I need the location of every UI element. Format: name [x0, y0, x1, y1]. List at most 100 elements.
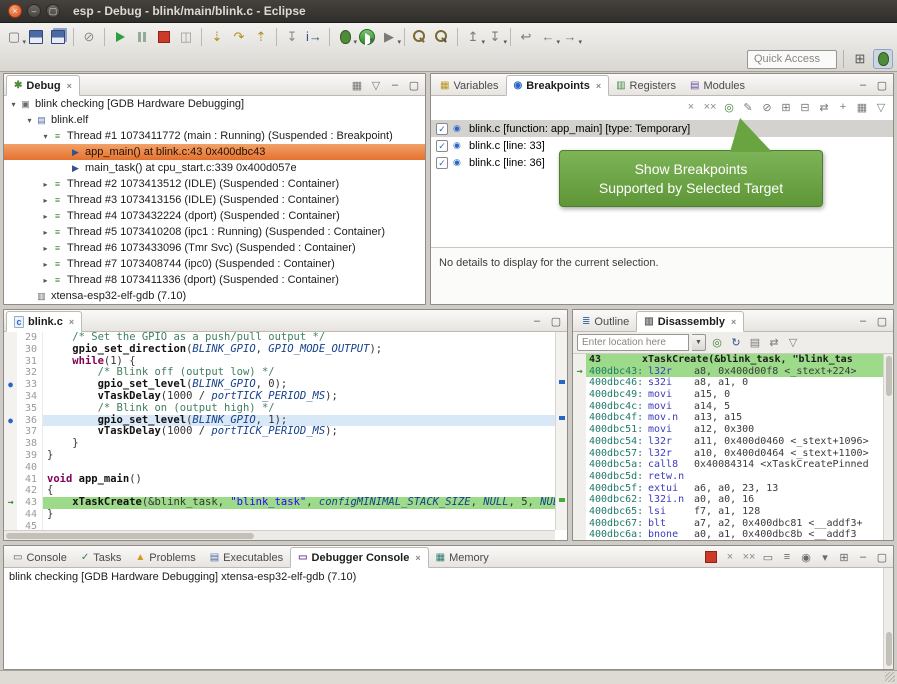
gutter-marker[interactable]	[4, 497, 17, 509]
view-layout[interactable]: ▦	[349, 77, 365, 93]
view-menu[interactable]: ▽	[368, 77, 384, 93]
disassembly-gutter[interactable]	[573, 506, 586, 518]
drop-to-frame[interactable]: ↧	[282, 27, 302, 47]
debug-tree-row[interactable]: ▸ ≡ Thread #2 1073413512 (IDLE) (Suspend…	[4, 176, 425, 192]
tree-twisty-icon[interactable]: ▸	[40, 212, 51, 221]
disassembly-row[interactable]: 400dbc67: blt a7, a2, 0x400dbc81 <__addf…	[573, 518, 883, 530]
disassembly-row[interactable]: 43 xTaskCreate(&blink_task, "blink_tas	[573, 354, 883, 366]
maximize[interactable]: ▢	[548, 313, 564, 329]
terminate[interactable]	[703, 549, 719, 565]
disassembly-row[interactable]: 400dbc46: s32i a8, a1, 0	[573, 377, 883, 389]
disassembly-row[interactable]: 400dbc65: lsi f7, a1, 128	[573, 506, 883, 518]
debug-tree-row[interactable]: ▸ ≡ Thread #7 1073408744 (ipc0) (Suspend…	[4, 256, 425, 272]
disassembly-gutter[interactable]	[573, 354, 586, 366]
breakpoint-checkbox[interactable]: ✓	[436, 140, 448, 152]
breakpoint-row[interactable]: ✓ ◉ blink.c [function: app_main] [type: …	[431, 120, 893, 137]
tab-modules[interactable]: ▤ Modules	[683, 75, 752, 96]
debug-tree-row[interactable]: ▸ ≡ Thread #6 1073433096 (Tmr Svc) (Susp…	[4, 240, 425, 256]
disassembly-gutter[interactable]	[573, 518, 586, 530]
resume[interactable]	[110, 27, 130, 47]
scrollbar-thumb[interactable]	[886, 632, 892, 666]
gutter-marker[interactable]	[4, 403, 17, 415]
goto-file-for-breakpoint[interactable]: ✎	[740, 99, 756, 115]
disassembly-gutter[interactable]: →	[573, 366, 586, 378]
tree-twisty-icon[interactable]: ▸	[40, 228, 51, 237]
tree-twisty-icon[interactable]: ▾	[8, 100, 19, 109]
location-input[interactable]: Enter location here	[577, 334, 689, 351]
disassembly-row[interactable]: 400dbc5f: extui a6, a0, 23, 13	[573, 483, 883, 495]
code-editor[interactable]: 29 /* Set the GPIO as a push/pull output…	[4, 332, 555, 530]
step-over[interactable]: ↷	[229, 27, 249, 47]
scrollbar-thumb[interactable]	[886, 356, 892, 396]
tab-blink-c[interactable]: c blink.c ×	[6, 311, 82, 332]
run[interactable]	[357, 27, 377, 47]
gutter-marker[interactable]	[4, 509, 17, 521]
tab-executables[interactable]: ▤ Executables	[203, 547, 290, 568]
skip-all-breakpoints[interactable]: ⊘	[759, 99, 775, 115]
tree-twisty-icon[interactable]: ▾	[24, 116, 35, 125]
debug[interactable]	[335, 27, 355, 47]
disassembly-row[interactable]: 400dbc54: l32r a11, 0x400d0460 <_stext+1…	[573, 436, 883, 448]
maximize[interactable]: ▢	[406, 77, 422, 93]
disassembly-row[interactable]: 400dbc4f: mov.n a13, a15	[573, 412, 883, 424]
editor-horizontal-scrollbar[interactable]	[4, 530, 555, 540]
step-return[interactable]: ⇡	[251, 27, 271, 47]
tab-debug[interactable]: ✱ Debug ×	[6, 75, 80, 96]
breakpoint-checkbox[interactable]: ✓	[436, 123, 448, 135]
minimize[interactable]: –	[855, 313, 871, 329]
instruction-stepping[interactable]: i→	[304, 27, 324, 47]
new-wizard[interactable]: ▢	[4, 27, 24, 47]
disassembly-gutter[interactable]	[573, 483, 586, 495]
gutter-marker[interactable]	[4, 344, 17, 356]
code-line[interactable]: 45	[4, 521, 555, 530]
minimize[interactable]: –	[387, 77, 403, 93]
resize-grip[interactable]	[885, 672, 895, 682]
chevron-down-icon[interactable]: ▼	[692, 334, 706, 351]
tab-outline[interactable]: ≣ Outline	[575, 311, 636, 332]
breakpoint-checkbox[interactable]: ✓	[436, 157, 448, 169]
debug-tree-row[interactable]: ▸ ≡ Thread #5 1073410208 (ipc1 : Running…	[4, 224, 425, 240]
debug-tree-row[interactable]: ▸ ≡ Thread #3 1073413156 (IDLE) (Suspend…	[4, 192, 425, 208]
ruler-current-line-mark[interactable]	[559, 498, 565, 502]
debug-perspective[interactable]	[873, 49, 893, 69]
show-supported-breakpoints[interactable]: ◎	[721, 99, 737, 115]
tab-registers[interactable]: ▥ Registers	[609, 75, 683, 96]
quick-access-box[interactable]: Quick Access	[747, 50, 837, 69]
maximize[interactable]: ▢	[874, 549, 890, 565]
tab-problems[interactable]: ▲ Problems	[128, 547, 202, 568]
back[interactable]: ←	[538, 27, 558, 47]
overview-ruler[interactable]	[555, 332, 567, 530]
external-tools[interactable]: ▶	[379, 27, 399, 47]
gutter-marker[interactable]	[4, 332, 17, 344]
view-menu[interactable]: ▽	[873, 99, 889, 115]
refresh[interactable]: ↻	[728, 335, 744, 351]
tab-tasks[interactable]: ✓ Tasks	[74, 547, 129, 568]
next-annotation[interactable]: ↧	[485, 27, 505, 47]
maximize[interactable]: ▢	[874, 313, 890, 329]
skip-all-breakpoints[interactable]: ⊘	[79, 27, 99, 47]
open-perspective[interactable]: ⊞	[850, 49, 870, 69]
code-line[interactable]: 37 vTaskDelay(1000 / portTICK_PERIOD_MS)…	[4, 426, 555, 438]
disassembly-row[interactable]: 400dbc6a: bnone a0, a1, 0x400dbc8b <__ad…	[573, 529, 883, 540]
disassembly-row[interactable]: 400dbc4c: movi a14, 5	[573, 401, 883, 413]
ruler-breakpoint-mark[interactable]	[559, 416, 565, 420]
gutter-marker[interactable]	[4, 367, 17, 379]
code-line[interactable]: 43 xTaskCreate(&blink_task, "blink_task"…	[4, 497, 555, 509]
tab-console[interactable]: ▭ Console	[6, 547, 74, 568]
view-menu[interactable]: ▽	[785, 335, 801, 351]
code-line[interactable]: 41 void app_main()	[4, 474, 555, 486]
debug-tree-row[interactable]: ▶ app_main() at blink.c:43 0x400dbc43	[4, 144, 425, 160]
disconnect[interactable]: ◫	[176, 27, 196, 47]
tab-close-icon[interactable]: ×	[415, 553, 420, 563]
remove-all-breakpoints[interactable]: ××	[702, 99, 718, 115]
minimize[interactable]: –	[529, 313, 545, 329]
code-line[interactable]: 44 }	[4, 509, 555, 521]
copy[interactable]: ▤	[747, 335, 763, 351]
disassembly-gutter[interactable]	[573, 494, 586, 506]
step-into[interactable]: ⇣	[207, 27, 227, 47]
previous-annotation[interactable]: ↥	[463, 27, 483, 47]
minimize[interactable]: –	[855, 549, 871, 565]
remove-launch[interactable]: ×	[722, 549, 738, 565]
disassembly-gutter[interactable]	[573, 529, 586, 540]
scrollbar-thumb[interactable]	[6, 533, 254, 539]
